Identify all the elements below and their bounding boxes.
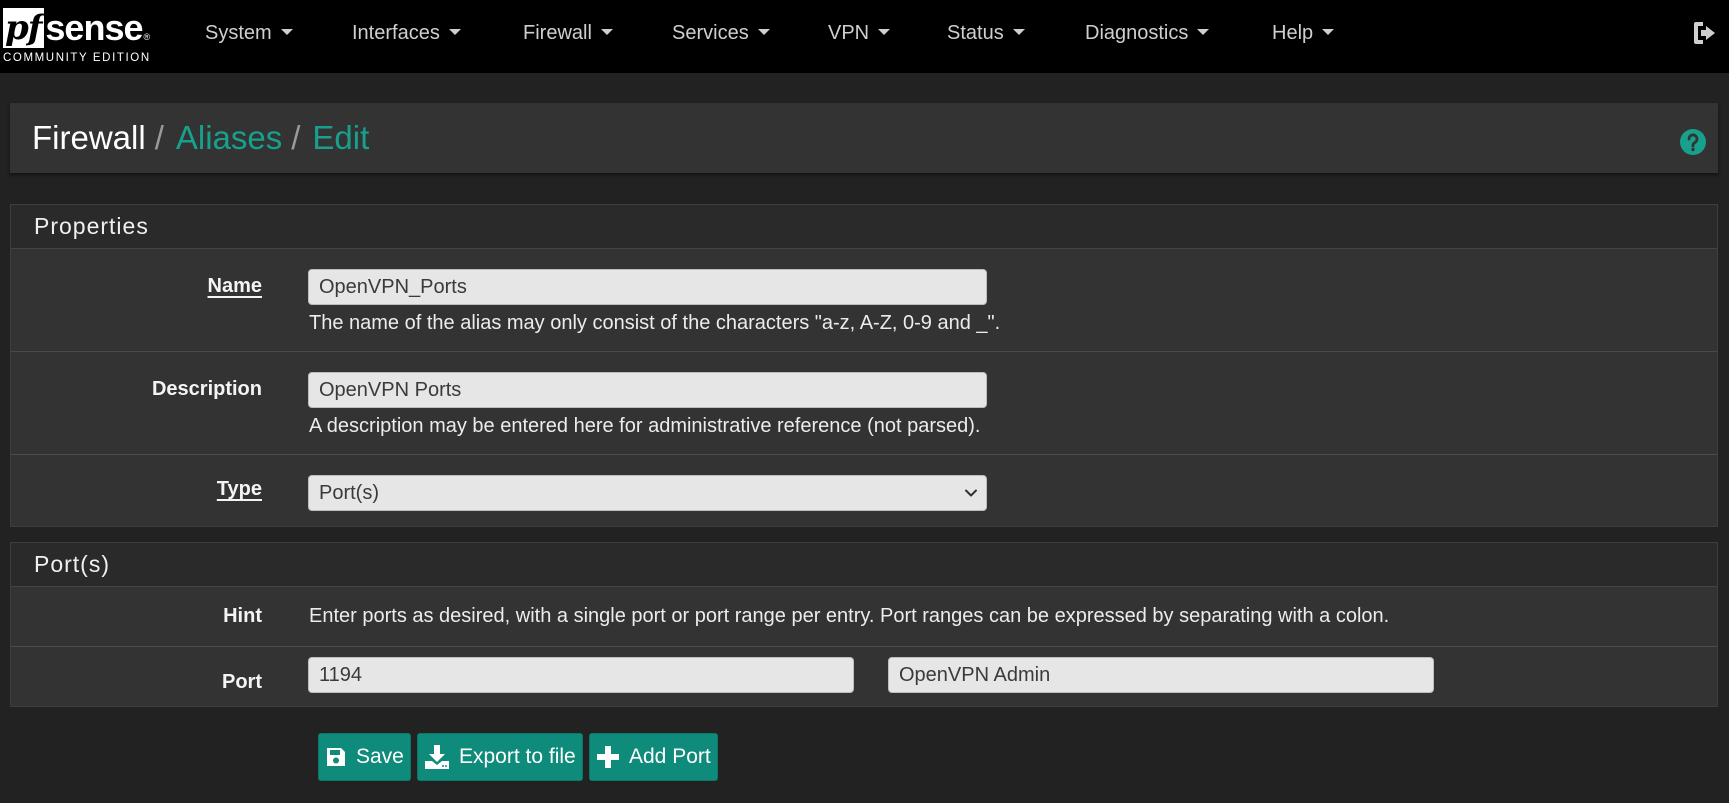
nav-menu-status[interactable]: Status [947, 20, 1025, 46]
download-icon [425, 745, 449, 769]
logo-edition-text: COMMUNITY EDITION [3, 52, 151, 64]
properties-panel: Properties Name The name of the alias ma… [10, 204, 1718, 527]
port-description-input[interactable] [888, 657, 1434, 693]
caret-down-icon [1322, 28, 1335, 35]
properties-heading: Properties [11, 205, 1717, 249]
description-input[interactable] [308, 372, 987, 408]
breadcrumb-header: Firewall / Aliases / Edit [10, 103, 1718, 173]
ports-heading: Port(s) [11, 543, 1717, 587]
save-icon [327, 748, 345, 766]
nav-menu-label: Services [672, 22, 749, 44]
breadcrumb: Firewall / Aliases / Edit [32, 117, 369, 159]
logo-sense-text: sense [45, 7, 143, 48]
name-input[interactable] [308, 269, 987, 305]
nav-menu-label: Diagnostics [1085, 22, 1189, 44]
breadcrumb-edit-link[interactable]: Edit [312, 119, 369, 156]
caret-down-icon [1012, 28, 1025, 35]
sign-out-icon[interactable] [1692, 20, 1720, 46]
caret-down-icon [448, 28, 461, 35]
breadcrumb-aliases-link[interactable]: Aliases [176, 119, 282, 156]
caret-down-icon [757, 28, 770, 35]
save-button[interactable]: Save [318, 733, 411, 781]
caret-down-icon [600, 28, 613, 35]
port-label: Port [222, 671, 262, 693]
type-label: Type [216, 478, 262, 500]
nav-menu-interfaces[interactable]: Interfaces [352, 20, 461, 46]
breadcrumb-firewall: Firewall [32, 119, 146, 156]
port-input[interactable] [308, 657, 854, 693]
nav-menu-label: Interfaces [352, 22, 440, 44]
nav-menu-label: VPN [828, 22, 870, 44]
caret-down-icon [878, 28, 891, 35]
name-help-text: The name of the alias may only consist o… [309, 312, 1001, 334]
add-port-button[interactable]: Add Port [589, 733, 718, 781]
logo-pf-text: pf [3, 8, 45, 48]
nav-menu-label: Help [1272, 22, 1314, 44]
top-navbar: pf sense ® COMMUNITY EDITION System Inte… [0, 0, 1729, 73]
hint-row: Hint Enter ports as desired, with a sing… [11, 587, 1717, 647]
nav-menu-label: System [205, 22, 272, 44]
breadcrumb-separator: / [154, 119, 164, 156]
nav-menu-vpn[interactable]: VPN [828, 20, 891, 46]
nav-menu-label: Firewall [523, 22, 592, 44]
nav-menu-diagnostics[interactable]: Diagnostics [1085, 20, 1210, 46]
hint-text: Enter ports as desired, with a single po… [309, 605, 1390, 627]
logo-mark: pf sense ® [3, 8, 150, 48]
name-label: Name [207, 275, 262, 297]
caret-down-icon [280, 28, 293, 35]
name-row: Name The name of the alias may only cons… [11, 249, 1717, 352]
save-label: Save [356, 745, 404, 768]
type-row: Type Port(s) [11, 455, 1717, 528]
caret-down-icon [1197, 28, 1210, 35]
question-circle-icon[interactable] [1679, 128, 1707, 156]
logo-registered-mark: ® [143, 32, 151, 42]
nav-menu-firewall[interactable]: Firewall [523, 20, 613, 46]
type-selected-value: Port(s) [319, 482, 379, 504]
hint-label: Hint [223, 605, 262, 627]
type-select[interactable]: Port(s) [308, 475, 987, 511]
description-help-text: A description may be entered here for ad… [309, 415, 981, 437]
nav-menu-help[interactable]: Help [1272, 20, 1335, 46]
nav-menu-system[interactable]: System [205, 20, 293, 46]
ports-panel: Port(s) Hint Enter ports as desired, wit… [10, 542, 1718, 707]
export-to-file-button[interactable]: Export to file [417, 733, 583, 781]
export-label: Export to file [459, 745, 576, 768]
description-row: Description A description may be entered… [11, 352, 1717, 455]
nav-menu-label: Status [947, 22, 1004, 44]
pfsense-logo[interactable]: pf sense ® COMMUNITY EDITION [3, 8, 163, 68]
chevron-down-icon [965, 489, 977, 497]
plus-icon [597, 746, 619, 768]
description-label: Description [151, 378, 262, 400]
breadcrumb-separator: / [291, 119, 301, 156]
nav-menu-services[interactable]: Services [672, 20, 770, 46]
port-row: Port [11, 647, 1717, 707]
add-port-label: Add Port [629, 745, 711, 768]
